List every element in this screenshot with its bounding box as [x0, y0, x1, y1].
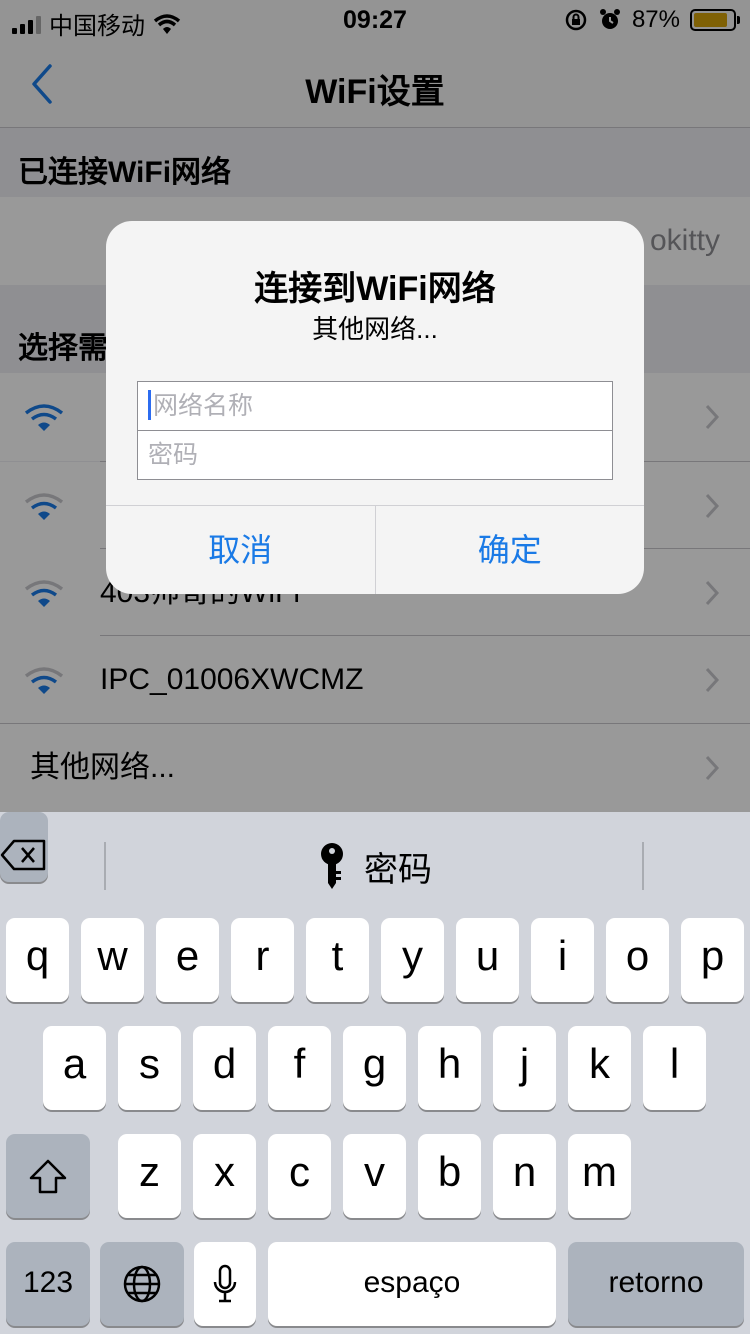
keyboard: 密码 123 espaço retorno qwe r t y u i o p a s d f g h j k… [0, 812, 750, 1334]
text-cursor [148, 390, 151, 421]
key-w[interactable]: w [81, 918, 144, 1002]
globe-icon [123, 1265, 161, 1303]
key-label: o [625, 932, 650, 979]
key-label: s [139, 1040, 160, 1087]
key-s[interactable]: s [118, 1026, 181, 1110]
key-k[interactable]: k [568, 1026, 631, 1110]
key-label: a [62, 1040, 87, 1087]
alert-title: 连接到WiFi网络 [254, 270, 496, 308]
return-key[interactable]: retorno [568, 1242, 744, 1326]
return-key-label: retorno [608, 1266, 704, 1299]
key-h[interactable]: h [418, 1026, 481, 1110]
key-label: i [557, 932, 568, 979]
backspace-icon [0, 839, 46, 871]
key-label: z [139, 1148, 160, 1195]
key-e[interactable]: e [156, 918, 219, 1002]
key-label: j [519, 1040, 530, 1087]
key-v[interactable]: v [343, 1134, 406, 1218]
key-label: n [512, 1148, 537, 1195]
key-c[interactable]: c [268, 1134, 331, 1218]
key-j[interactable]: j [493, 1026, 556, 1110]
key-label: v [364, 1148, 385, 1195]
space-key-label: espaço [363, 1266, 461, 1299]
key-p[interactable]: p [681, 918, 744, 1002]
key-o[interactable]: o [606, 918, 669, 1002]
key-a[interactable]: a [43, 1026, 106, 1110]
key-label: f [293, 1040, 306, 1087]
alert-button-row: 取消 确定 [106, 505, 644, 594]
password-placeholder: 密码 [148, 441, 199, 469]
dictation-key[interactable] [194, 1242, 256, 1326]
key-y[interactable]: y [381, 918, 444, 1002]
key-l[interactable]: l [643, 1026, 706, 1110]
key-t[interactable]: t [306, 918, 369, 1002]
key-label: c [289, 1148, 310, 1195]
numbers-key[interactable]: 123 [6, 1242, 90, 1326]
numbers-key-label: 123 [22, 1266, 74, 1299]
suggestion-bar: 密码 [0, 812, 750, 920]
key-label: y [402, 932, 423, 979]
key-d[interactable]: d [193, 1026, 256, 1110]
key-g[interactable]: g [343, 1026, 406, 1110]
key-label: k [589, 1040, 610, 1087]
key-u[interactable]: u [456, 918, 519, 1002]
key-label: x [214, 1148, 235, 1195]
key-label: d [212, 1040, 237, 1087]
shift-icon [29, 1159, 67, 1194]
alert-message: 其他网络... [312, 314, 438, 344]
ssid-placeholder: 网络名称 [153, 392, 254, 420]
key-q[interactable]: q [6, 918, 69, 1002]
globe-key[interactable] [100, 1242, 184, 1326]
key-n[interactable]: n [493, 1134, 556, 1218]
key-label: h [437, 1040, 462, 1087]
key-z[interactable]: z [118, 1134, 181, 1218]
key-label: r [255, 932, 270, 979]
space-key[interactable]: espaço [268, 1242, 556, 1326]
microphone-icon [213, 1264, 237, 1303]
key-label: e [175, 932, 200, 979]
shift-key[interactable] [6, 1134, 90, 1218]
key-label: g [362, 1040, 387, 1087]
key-label: t [331, 932, 344, 979]
key-label: b [437, 1148, 462, 1195]
key-b[interactable]: b [418, 1134, 481, 1218]
ssid-input[interactable]: 网络名称 [137, 381, 613, 431]
key-i[interactable]: i [531, 918, 594, 1002]
key-label: w [97, 932, 128, 979]
key-label: m [582, 1148, 617, 1195]
key-r[interactable]: r [231, 918, 294, 1002]
ok-button[interactable]: 确定 [374, 506, 645, 594]
password-suggestion[interactable]: 密码 [0, 842, 750, 891]
suggestion-label: 密码 [364, 851, 432, 889]
connect-wifi-alert: 连接到WiFi网络 其他网络... 网络名称 密码 取消 确定 [106, 221, 644, 594]
key-f[interactable]: f [268, 1026, 331, 1110]
delete-key[interactable] [0, 812, 48, 882]
key-label: p [700, 932, 725, 979]
key-label: l [669, 1040, 680, 1087]
password-input[interactable]: 密码 [137, 430, 613, 480]
key-m[interactable]: m [568, 1134, 631, 1218]
key-x[interactable]: x [193, 1134, 256, 1218]
key-icon [321, 842, 343, 889]
key-label: u [475, 932, 500, 979]
key-label: q [25, 932, 50, 979]
cancel-button[interactable]: 取消 [106, 506, 375, 594]
